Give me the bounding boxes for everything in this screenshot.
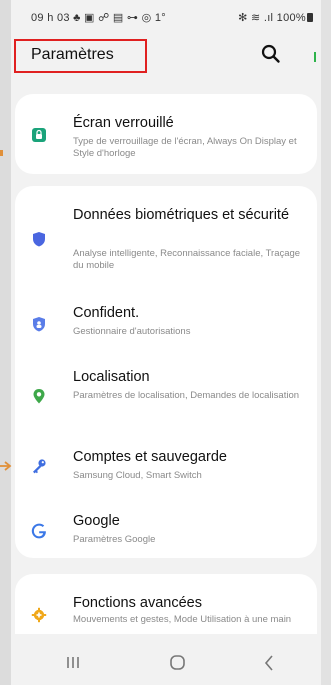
setting-subtitle: Samsung Cloud, Smart Switch <box>73 470 202 481</box>
status-bar: 09 h 03 ♣ ▣ ☍ ▤ ⊶ ◎ 1° ✻ ≋ .ıl 100% <box>11 0 321 34</box>
setting-item-privacy[interactable]: Confident. Gestionnaire d'autorisations <box>15 294 317 356</box>
location-pin-icon <box>31 388 47 404</box>
setting-title: Comptes et sauvegarde <box>73 449 227 465</box>
right-edge <box>321 0 331 685</box>
recent-apps-button[interactable] <box>61 652 85 674</box>
setting-title: Données biométriques et sécurité <box>73 207 290 223</box>
setting-title: Localisation <box>73 369 150 385</box>
annotation-mark <box>0 150 3 156</box>
left-edge <box>0 0 11 685</box>
lock-icon <box>31 127 47 143</box>
setting-title: Confident. <box>73 305 140 321</box>
setting-subtitle: Mouvements et gestes, Mode Utilisation à… <box>73 614 292 625</box>
setting-subtitle: Paramètres Google <box>73 534 156 545</box>
search-button[interactable] <box>259 42 283 66</box>
search-icon <box>261 44 280 63</box>
setting-subtitle: Paramètres de localisation, Demandes de … <box>73 390 300 401</box>
setting-item-biometrics[interactable]: Données biométriques et sécurité Analyse… <box>15 186 317 294</box>
settings-card-advanced: Fonctions avancées Mouvements et gestes,… <box>15 574 317 634</box>
app-header: Paramètres <box>11 34 321 84</box>
setting-item-lock-screen[interactable]: Écran verrouillé Type de verrouillage de… <box>15 94 317 174</box>
back-icon <box>264 655 273 671</box>
navigation-bar <box>11 640 321 685</box>
setting-item-location[interactable]: Localisation Paramètres de localisation,… <box>15 356 317 436</box>
setting-item-google[interactable]: Google Paramètres Google <box>15 498 317 558</box>
setting-subtitle: Analyse intelligente, Reconnaissance fac… <box>73 248 301 271</box>
home-button[interactable] <box>165 652 189 674</box>
settings-card-main: Données biométriques et sécurité Analyse… <box>15 186 317 558</box>
recent-apps-icon <box>67 657 79 668</box>
shield-icon <box>31 231 47 247</box>
setting-subtitle: Type de verrouillage de l'écran, Always … <box>73 136 297 159</box>
privacy-shield-icon <box>31 316 47 332</box>
settings-card-lockscreen: Écran verrouillé Type de verrouillage de… <box>15 94 317 174</box>
status-time-icons: 09 h 03 ♣ ▣ ☍ ▤ ⊶ ◎ 1° <box>31 12 166 24</box>
setting-title: Google <box>73 513 120 529</box>
back-button[interactable] <box>257 652 281 674</box>
home-icon <box>170 655 185 670</box>
setting-item-advanced-features[interactable]: Fonctions avancées Mouvements et gestes,… <box>15 574 317 634</box>
phone-screen: 09 h 03 ♣ ▣ ☍ ▤ ⊶ ◎ 1° ✻ ≋ .ıl 100% Para… <box>11 0 321 685</box>
status-right: ✻ ≋ .ıl 100% <box>238 11 313 24</box>
setting-subtitle: Gestionnaire d'autorisations <box>73 326 191 337</box>
key-icon <box>31 458 47 474</box>
status-connectivity: ✻ ≋ .ıl 100% <box>238 12 306 24</box>
setting-title: Écran verrouillé <box>73 115 174 131</box>
setting-item-accounts-backup[interactable]: Comptes et sauvegarde Samsung Cloud, Sma… <box>15 436 317 498</box>
setting-title: Fonctions avancées <box>73 595 202 611</box>
annotation-arrow <box>0 461 12 471</box>
edge-indicator <box>314 52 316 62</box>
google-icon <box>31 523 47 539</box>
gear-plus-icon <box>31 607 47 623</box>
page-title: Paramètres <box>31 46 114 63</box>
battery-icon <box>307 13 313 22</box>
